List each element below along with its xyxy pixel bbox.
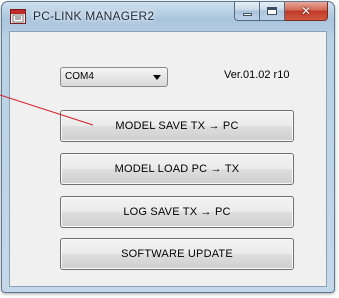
callout-line: [0, 94, 94, 126]
